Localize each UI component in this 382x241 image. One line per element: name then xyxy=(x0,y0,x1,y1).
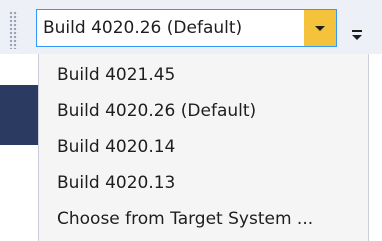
combobox-dropdown-button[interactable] xyxy=(304,10,336,46)
combobox-selected-value: Build 4020.26 (Default) xyxy=(43,18,243,38)
build-version-combobox[interactable]: Build 4020.26 (Default) xyxy=(36,9,337,47)
toolbar-grip-icon[interactable] xyxy=(9,11,18,49)
overflow-bar-icon xyxy=(352,30,362,32)
menu-item-build-4020-14[interactable]: Build 4020.14 xyxy=(39,129,368,165)
chevron-down-icon xyxy=(315,26,325,31)
background-panel xyxy=(0,85,40,145)
menu-item-build-4021-45[interactable]: Build 4021.45 xyxy=(39,57,368,93)
overflow-chevron-icon xyxy=(352,35,362,40)
menu-item-choose-from-target-system[interactable]: Choose from Target System ... xyxy=(39,201,368,237)
menu-item-build-4020-13[interactable]: Build 4020.13 xyxy=(39,165,368,201)
menu-item-build-4020-26-default[interactable]: Build 4020.26 (Default) xyxy=(39,93,368,129)
build-dropdown-list: Build 4021.45 Build 4020.26 (Default) Bu… xyxy=(38,54,369,241)
toolbar-overflow-button[interactable] xyxy=(350,26,364,44)
toolbar: Build 4020.26 (Default) xyxy=(0,0,382,54)
background-canvas xyxy=(0,145,40,241)
